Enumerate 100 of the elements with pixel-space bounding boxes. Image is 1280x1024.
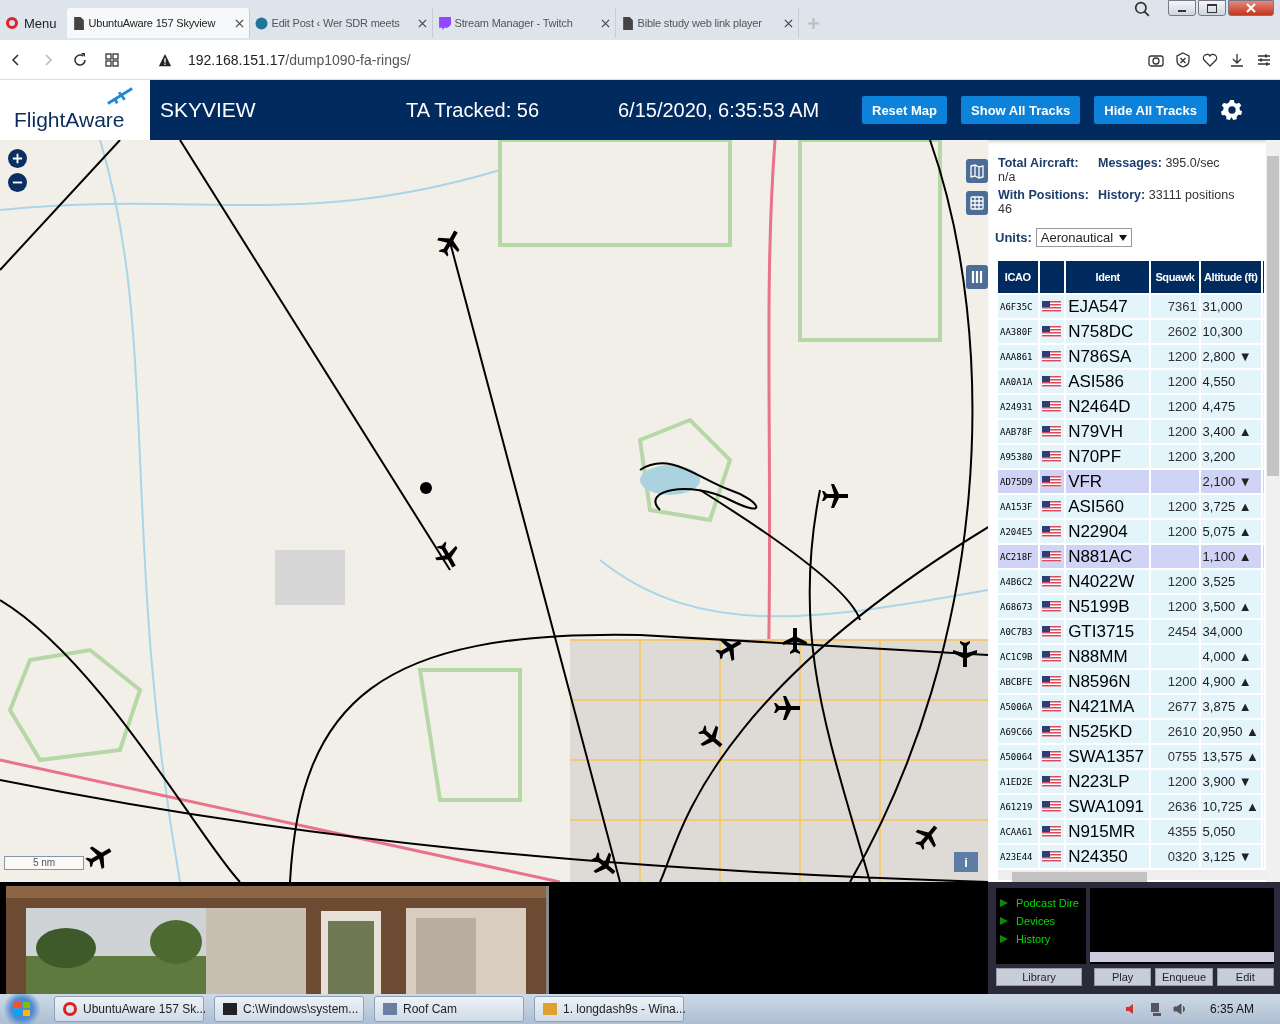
browser-tab[interactable]: Bible study web link player — [615, 8, 799, 38]
us-flag-icon — [1041, 351, 1061, 362]
taskbar-button[interactable]: Roof Cam — [374, 996, 524, 1022]
player-button[interactable]: Play — [1094, 968, 1152, 986]
shield-icon[interactable] — [1175, 51, 1191, 68]
aircraft-row[interactable]: AD75D9 VFR 2,100 ▼ — [998, 470, 1264, 493]
aircraft-row[interactable]: A69C66 N525KD 2610 20,950 ▲ — [998, 720, 1264, 743]
aircraft-row[interactable]: A0C7B3 GTI3715 2454 34,000 — [998, 620, 1264, 643]
us-flag-icon — [1041, 626, 1061, 637]
taskbar-button[interactable]: C:\Windows\system... — [214, 996, 364, 1022]
ident-cell: ASI586 — [1066, 370, 1150, 393]
flightaware-logo[interactable]: FlightAware — [0, 80, 150, 140]
taskbar-button[interactable]: UbuntuAware 157 Sk... — [54, 996, 204, 1022]
ident-cell: N525KD — [1066, 720, 1150, 743]
icao-cell: A1ED2E — [998, 770, 1038, 793]
icao-cell: A4B6C2 — [998, 570, 1038, 593]
heart-icon[interactable] — [1202, 51, 1218, 68]
close-icon[interactable] — [417, 18, 427, 28]
info-button[interactable]: i — [954, 852, 978, 872]
aircraft-row[interactable]: A5006A N421MA 2677 3,875 ▲ — [998, 695, 1264, 718]
aircraft-row[interactable]: A1ED2E N223LP 1200 3,900 ▼ — [998, 770, 1264, 793]
header-button[interactable]: Show All Tracks — [961, 96, 1081, 124]
map-layer-button[interactable] — [966, 159, 988, 183]
icao-cell: AA153F — [998, 495, 1038, 518]
aircraft-row[interactable]: A61219 SWA1091 2636 10,725 ▲ — [998, 795, 1264, 818]
ident-cell: N2464D — [1066, 395, 1150, 418]
altitude-cell: 31,000 — [1200, 295, 1261, 318]
aircraft-row[interactable]: A24931 N2464D 1200 4,475 — [998, 395, 1264, 418]
library-item[interactable]: Podcast Dire — [996, 894, 1086, 912]
ident-cell: SWA1091 — [1066, 795, 1150, 818]
horizontal-scrollbar[interactable] — [1090, 952, 1274, 962]
icao-cell: A0C7B3 — [998, 620, 1038, 643]
volume-icon[interactable] — [1171, 1001, 1188, 1017]
browser-tab[interactable]: Stream Manager - Twitch — [432, 8, 616, 38]
us-flag-icon — [1041, 426, 1061, 437]
aircraft-row[interactable]: A50064 SWA1357 0755 13,575 ▲ — [998, 745, 1264, 768]
taskbar-button[interactable]: 1. longdash9s - Wina... — [534, 996, 684, 1022]
altitude-cell: 4,900 ▲ — [1200, 670, 1261, 693]
us-flag-icon — [1041, 501, 1061, 512]
columns-toggle-button[interactable] — [966, 265, 988, 289]
app-icon — [383, 1003, 397, 1015]
close-icon[interactable] — [783, 18, 793, 28]
units-dropdown[interactable]: Aeronautical — [1035, 228, 1133, 247]
menu-button[interactable]: Menu — [0, 8, 67, 38]
altitude-cell: 4,550 — [1200, 370, 1261, 393]
warning-icon[interactable] — [158, 52, 172, 67]
player-button[interactable]: Library — [996, 968, 1082, 986]
close-icon[interactable] — [600, 18, 610, 28]
us-flag-icon — [1041, 551, 1061, 562]
aircraft-row[interactable]: A204E5 N22904 1200 5,075 ▲ — [998, 520, 1264, 543]
aircraft-row[interactable]: AA0A1A ASI586 1200 4,550 — [998, 370, 1264, 393]
column-header[interactable] — [1039, 261, 1065, 293]
aircraft-row[interactable]: A95380 N70PF 1200 3,200 — [998, 445, 1264, 468]
aircraft-row[interactable]: A23E44 N24350 0320 3,125 ▼ — [998, 845, 1264, 868]
icao-cell: ABCBFE — [998, 670, 1038, 693]
close-icon[interactable] — [234, 18, 244, 28]
altitude-cell: 3,875 ▲ — [1200, 695, 1261, 718]
player-button[interactable]: Enqueue — [1155, 968, 1213, 986]
grid-icon[interactable] — [104, 51, 120, 68]
download-icon[interactable] — [1229, 51, 1245, 68]
grid-toggle-button[interactable] — [966, 191, 988, 215]
column-header[interactable]: ICAO — [998, 261, 1038, 293]
aircraft-row[interactable]: A6F35C EJA547 7361 31,000 — [998, 295, 1264, 318]
settings-icon[interactable] — [1221, 99, 1243, 121]
aircraft-row[interactable]: AA380F N758DC 2602 10,300 — [998, 320, 1264, 343]
aircraft-row[interactable]: AAB78F N79VH 1200 3,400 ▲ — [998, 420, 1264, 443]
ident-cell: N70PF — [1066, 445, 1150, 468]
aircraft-row[interactable]: AC218F N881AC 1,100 ▲ — [998, 545, 1264, 568]
library-item[interactable]: Devices — [996, 912, 1086, 930]
airplane-icon — [106, 86, 134, 106]
browser-tab[interactable]: Edit Post ‹ Wer SDR meets — [249, 8, 433, 38]
aircraft-row[interactable]: AC1C9B N88MM 4,000 ▲ — [998, 645, 1264, 668]
aircraft-row[interactable]: ABCBFE N8596N 1200 4,900 ▲ — [998, 670, 1264, 693]
vertical-scrollbar[interactable] — [1266, 140, 1280, 882]
maximize-button[interactable] — [1198, 0, 1226, 16]
reload-icon[interactable] — [72, 51, 88, 68]
minimize-button[interactable] — [1168, 0, 1196, 16]
header-button[interactable]: Hide All Tracks — [1094, 96, 1207, 124]
close-button[interactable] — [1228, 0, 1274, 16]
altitude-cell: 10,300 — [1200, 320, 1261, 343]
column-header[interactable]: Ident — [1066, 261, 1150, 293]
player-button[interactable]: Edit — [1216, 968, 1274, 986]
column-header[interactable]: Altitude (ft) — [1200, 261, 1261, 293]
aircraft-row[interactable]: ACAA61 N915MR 4355 5,050 — [998, 820, 1264, 843]
app-icon — [223, 1003, 237, 1015]
header-button[interactable]: Reset Map — [862, 96, 948, 124]
search-icon[interactable] — [1134, 1, 1150, 17]
address-field[interactable]: 192.168.151.17/dump1090-fa-rings/ — [188, 51, 1148, 68]
aircraft-row[interactable]: A68673 N5199B 1200 3,500 ▲ — [998, 595, 1264, 618]
icao-cell: AA0A1A — [998, 370, 1038, 393]
column-header[interactable]: Squawk — [1151, 261, 1199, 293]
altitude-cell: 3,200 — [1200, 445, 1261, 468]
aircraft-row[interactable]: AA153F ASI560 1200 3,725 ▲ — [998, 495, 1264, 518]
horizontal-scrollbar[interactable] — [998, 870, 1266, 880]
library-item[interactable]: History — [996, 930, 1086, 948]
aircraft-row[interactable]: AAA861 N786SA 1200 2,800 ▼ — [998, 345, 1264, 368]
us-flag-icon — [1041, 776, 1061, 787]
ident-cell: ASI560 — [1066, 495, 1150, 518]
browser-tab[interactable]: UbuntuAware 157 Skyview — [66, 8, 250, 38]
aircraft-row[interactable]: A4B6C2 N4022W 1200 3,525 — [998, 570, 1264, 593]
